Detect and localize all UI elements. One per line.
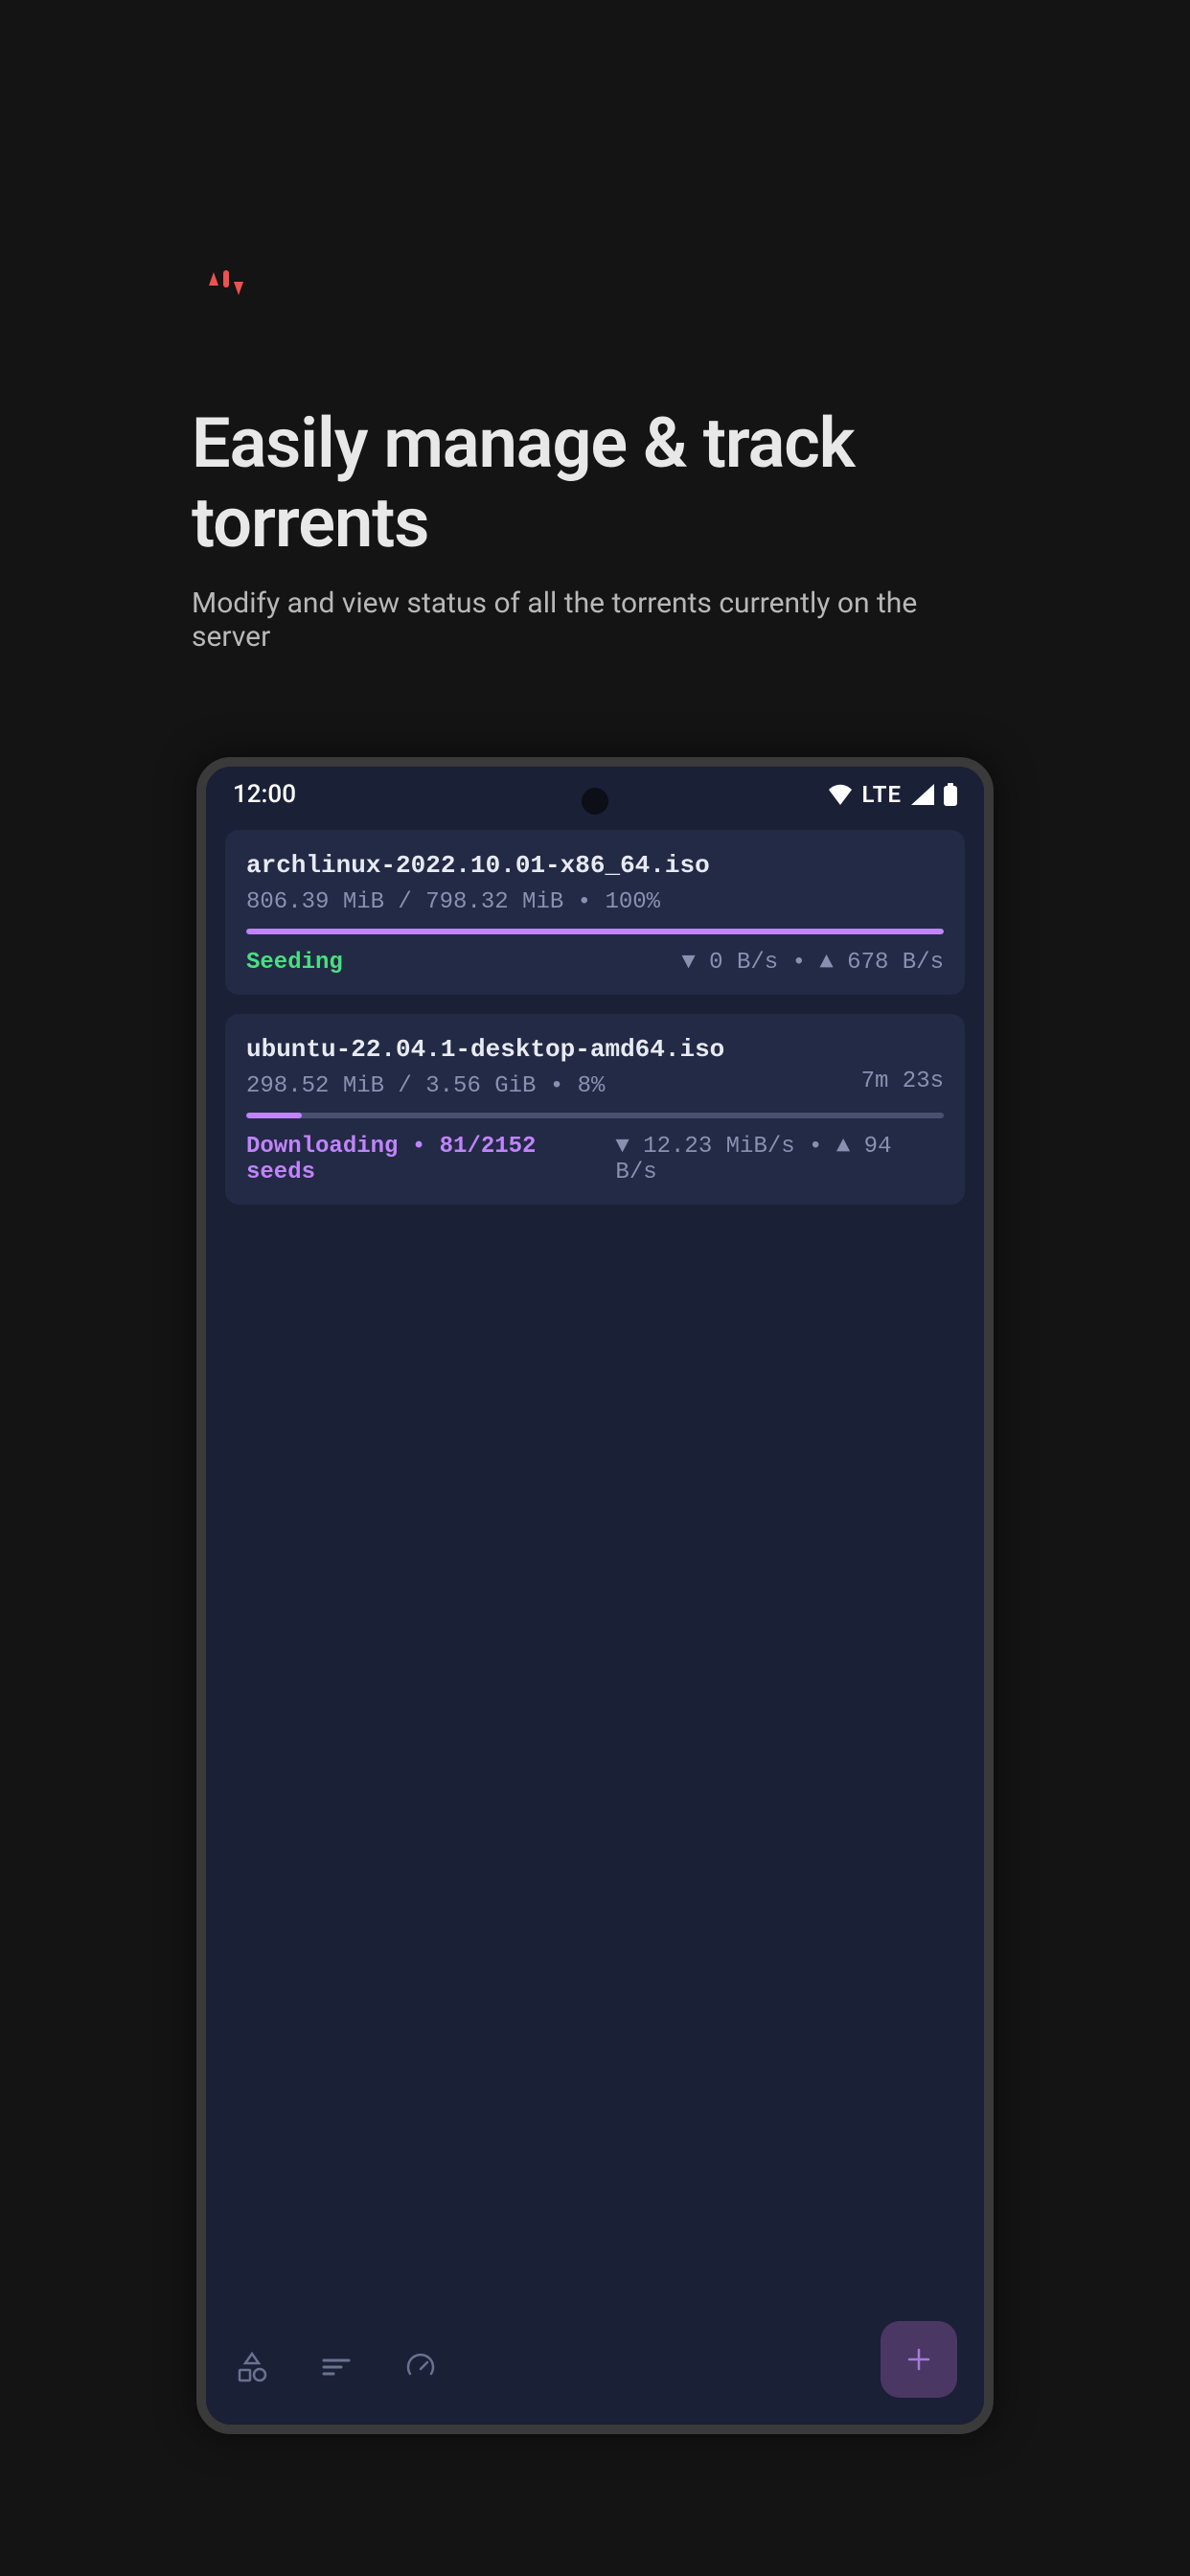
progress-fill bbox=[246, 929, 944, 934]
page-title: Easily manage & track torrents bbox=[192, 404, 998, 564]
torrent-name: ubuntu-22.04.1-desktop-amd64.iso bbox=[246, 1035, 944, 1064]
phone-camera-notch bbox=[582, 788, 608, 815]
torrent-status: Seeding bbox=[246, 950, 343, 976]
phone-side-button bbox=[990, 1418, 994, 1514]
signal-icon bbox=[911, 784, 934, 805]
page-subtitle: Modify and view status of all the torren… bbox=[192, 586, 998, 654]
wifi-icon bbox=[828, 784, 853, 805]
torrent-status: Downloading • 81/2152 seeds bbox=[246, 1134, 615, 1185]
bottom-bar bbox=[206, 2310, 984, 2425]
progress-bar bbox=[246, 1113, 944, 1118]
torrent-size: 806.39 MiB / 798.32 MiB • 100% bbox=[246, 889, 660, 915]
torrent-size: 298.52 MiB / 3.56 GiB • 8% bbox=[246, 1073, 605, 1099]
torrent-speed: ▼ 12.23 MiB/s • ▲ 94 B/s bbox=[615, 1134, 944, 1185]
torrent-name: archlinux-2022.10.01-x86_64.iso bbox=[246, 851, 944, 880]
progress-fill bbox=[246, 1113, 302, 1118]
torrent-speed: ▼ 0 B/s • ▲ 678 B/s bbox=[681, 950, 944, 976]
add-torrent-button[interactable] bbox=[881, 2321, 957, 2398]
torrent-list: archlinux-2022.10.01-x86_64.iso 806.39 Mi… bbox=[206, 822, 984, 1212]
network-label: LTE bbox=[862, 781, 902, 808]
status-time: 12:00 bbox=[233, 780, 296, 809]
torrent-card[interactable]: archlinux-2022.10.01-x86_64.iso 806.39 Mi… bbox=[225, 830, 965, 995]
phone-mockup: 12:00 LTE archlinux-2022.10.01-x86_64.is… bbox=[196, 757, 994, 2434]
speed-icon[interactable] bbox=[401, 2348, 440, 2386]
progress-bar bbox=[246, 929, 944, 934]
categories-icon[interactable] bbox=[233, 2348, 271, 2386]
sort-icon[interactable] bbox=[317, 2348, 355, 2386]
torrent-eta: 7m 23s bbox=[861, 1069, 944, 1094]
torrent-card[interactable]: ubuntu-22.04.1-desktop-amd64.iso 298.52 M… bbox=[225, 1014, 965, 1205]
app-logo-icon bbox=[192, 249, 261, 318]
phone-side-button bbox=[990, 1045, 994, 1188]
battery-icon bbox=[944, 783, 957, 806]
